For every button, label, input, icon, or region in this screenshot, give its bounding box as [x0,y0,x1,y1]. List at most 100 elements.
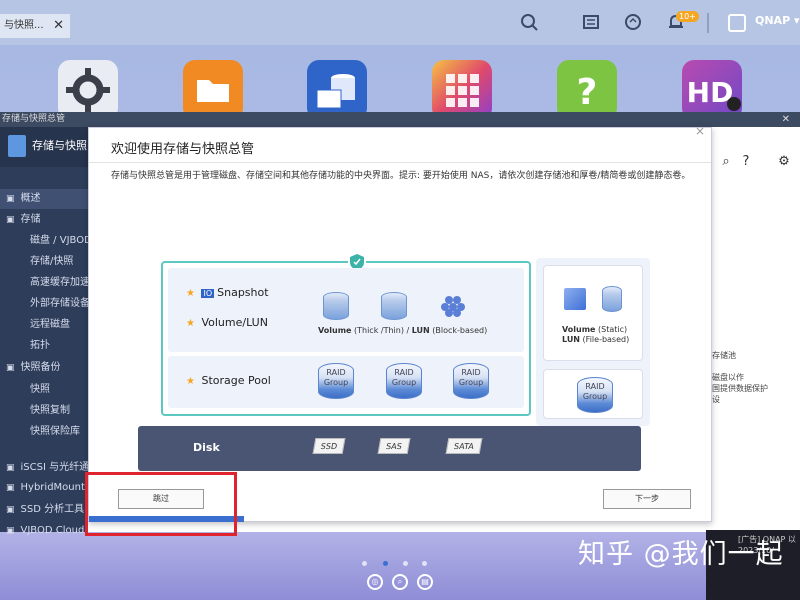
sidebar-item-label: 磁盘 / VJBOD [30,235,88,246]
gear-icon[interactable] [58,60,118,120]
ssd-chip: SSD [312,438,346,454]
close-icon[interactable]: × [695,124,705,138]
svg-text:?: ? [577,72,598,113]
right-panel-text: 国提供数据保护 [712,384,768,393]
page-dot[interactable] [362,561,367,566]
sidebar-item-label: 快照 [30,384,50,395]
sidebar-item-icon: ▣ [6,363,15,373]
notes-icon[interactable]: ▤ [417,574,433,590]
annotation-highlight-box [85,472,237,536]
sidebar-item[interactable]: 快照复制 [0,401,88,421]
filter-icon[interactable]: ⌕ [716,152,736,172]
sidebar-item-label: 外部存储设备 [30,298,88,309]
storage-pool-label: ★ Storage Pool [186,374,271,387]
disk-label: Disk [193,441,220,454]
sidebar-item[interactable]: 存储/快照 [0,252,88,272]
help-circle-icon[interactable]: ? [736,152,756,172]
sidebar-item[interactable]: ▣ SSD 分析工具 [0,500,88,520]
sata-chip: SATA [445,438,483,454]
desktop: 与快照... ✕ 10+ QNAP ▾ ? HD 存储与快照总管 ✕ 存储与快照… [0,0,800,600]
taskbar-tab[interactable]: 与快照... ✕ [0,14,70,38]
sidebar-item[interactable]: ▣ VJBOD Cloud [0,521,88,541]
sidebar-item-label: 高速缓存加速 [30,277,88,288]
storage-diagram: ★ IO Snapshot ★ Volume/LUN Volume (Thick … [138,248,703,478]
dialog-title: 欢迎使用存储与快照总管 [111,142,255,157]
sidebar-title: 存储与快照 [32,139,87,152]
sidebar-item[interactable]: 外部存储设备 [0,294,88,314]
sidebar-item[interactable]: 高速缓存加速 [0,273,88,293]
sidebar-item[interactable]: ▣ 快照备份 [0,358,88,378]
storage-logo-icon [8,135,26,157]
tasks-icon[interactable] [580,12,602,34]
sidebar-item-label: 存储/快照 [30,256,74,267]
dialog-description: 存储与快照总管是用于管理磁盘、存储空间和其他存储功能的中央界面。提示: 要开始使… [111,171,691,181]
raid-group-icon: RAID Group [577,377,613,413]
sidebar-item[interactable]: ▣ 概述 [0,189,88,209]
search-icon[interactable] [518,12,540,34]
sidebar-item[interactable]: 快照 [0,380,88,400]
sidebar-item-label: HybridMount [20,482,85,493]
search-dock-icon[interactable]: ⌕ [392,574,408,590]
sidebar-item[interactable]: 拓扑 [0,336,88,356]
sidebar-item-label: 存储 [20,214,41,225]
sidebar-item-label: VJBOD Cloud [20,525,85,536]
notification-badge: 10+ [676,11,699,22]
taskbar-tab-label: 与快照... [4,20,44,31]
sidebar-item-label: 快照复制 [30,405,70,416]
svg-text:HD: HD [687,76,734,109]
static-volume-box: Volume (Static) LUN (File-based) [543,265,643,361]
sidebar-item[interactable]: ▣ iSCSI 与光纤通 [0,458,88,478]
sidebar-item-label: 拓扑 [30,340,50,351]
sync-icon[interactable] [622,12,644,34]
folder-icon[interactable] [183,60,243,120]
sidebar-item[interactable]: 远程磁盘 [0,315,88,335]
storage-icon[interactable] [307,60,367,120]
snapshot-volume-row: ★ IO Snapshot ★ Volume/LUN Volume (Thick … [168,268,524,352]
divider [89,162,711,163]
sidebar-item-label: iSCSI 与光纤通 [20,462,88,473]
app-center-icon[interactable] [432,60,492,120]
sidebar-item[interactable]: ▣ HybridMount [0,478,88,498]
volume-cylinder-icon [381,292,407,320]
page-dot[interactable] [422,561,427,566]
snapshot-badge: IO [201,289,215,298]
pool-volume-group: ★ IO Snapshot ★ Volume/LUN Volume (Thick … [161,253,531,416]
window-title: 存储与快照总管 [2,114,66,124]
raid-group-icon: RAID Group [386,363,422,399]
right-panel-text: 存储池 [712,351,736,360]
sidebar-item-icon: ▣ [6,463,15,473]
volume-lun-label: ★ Volume/LUN [186,316,268,329]
sidebar-item[interactable]: ▣ 存储 [0,210,88,230]
sidebar-item-icon: ▣ [6,215,15,225]
page-dot[interactable] [403,561,408,566]
dashboard-icon[interactable]: ◎ [367,574,383,590]
window-close-icon[interactable]: ✕ [782,112,790,127]
sidebar-item-icon: ▣ [6,483,15,493]
taskbar: 与快照... ✕ 10+ QNAP ▾ [0,0,800,45]
user-icon[interactable] [728,14,746,32]
sidebar-item-label: SSD 分析工具 [20,504,85,515]
right-panel: ⌕ ? ⚙ [712,127,800,532]
sidebar-header: 存储与快照 [0,127,88,167]
sidebar-item-label: 概述 [20,193,41,204]
sidebar-item[interactable]: 磁盘 / VJBOD [0,231,88,251]
sidebar: 存储与快照 ▣ 概述 ▣ 存储 磁盘 / VJBOD 存储/快照 高速缓存加速 外部存储设备远… [0,127,88,536]
star-icon: ★ [186,376,195,387]
page-dot-active[interactable] [383,561,388,566]
sidebar-item-icon: ▣ [6,505,15,515]
hd-station-icon[interactable]: HD [682,60,742,120]
raid-group-icon: RAID Group [318,363,354,399]
next-button[interactable]: 下一步 [603,489,691,509]
settings-gear-icon[interactable]: ⚙ [774,152,794,172]
sidebar-item[interactable]: 快照保险库 [0,422,88,442]
help-icon[interactable]: ? [557,60,617,120]
right-panel-text: 设 [712,395,720,404]
snapshot-label: ★ IO Snapshot [186,286,269,299]
volume-cylinder-icon [602,286,622,312]
static-raid-box: RAID Group [543,369,643,419]
close-icon[interactable]: ✕ [53,14,64,38]
static-volume-caption: Volume (Static) LUN (File-based) [562,325,630,344]
user-menu[interactable]: QNAP ▾ [755,14,799,27]
window-title-bar[interactable]: 存储与快照总管 ✕ [0,112,800,127]
sidebar-item-icon: ▣ [6,526,15,536]
